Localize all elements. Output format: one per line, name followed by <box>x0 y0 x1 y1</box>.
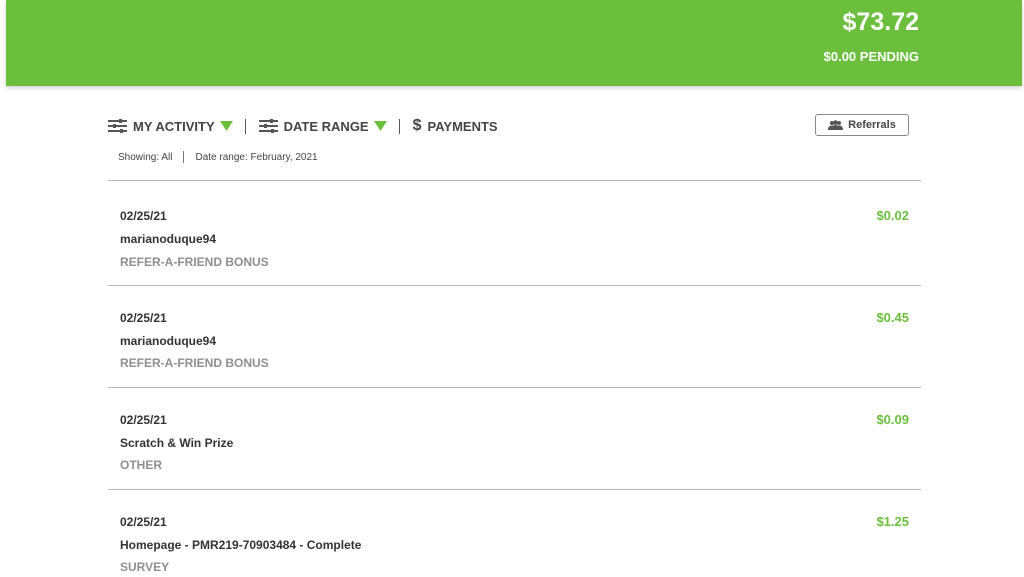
transaction-title: Homepage - PMR219-70903484 - Complete <box>120 538 362 552</box>
transaction-amount: $0.02 <box>876 208 909 223</box>
referrals-label: Referrals <box>848 119 896 131</box>
transaction-title: marianoduque94 <box>120 232 217 246</box>
transaction-category: REFER-A-FRIEND BONUS <box>120 255 269 269</box>
transaction-date: 02/25/21 <box>120 515 167 529</box>
transaction-amount: $1.25 <box>876 514 909 529</box>
transaction-date: 02/25/21 <box>120 311 167 325</box>
row-divider <box>108 387 921 388</box>
my-activity-filter[interactable]: MY ACTIVITY <box>108 119 233 134</box>
caret-down-icon <box>373 121 387 131</box>
transaction-title: Scratch & Win Prize <box>120 436 234 450</box>
caret-down-icon <box>219 121 233 131</box>
transaction-amount: $0.09 <box>876 412 909 427</box>
dollar-icon: $ <box>412 117 422 134</box>
sliders-icon <box>258 119 278 133</box>
filter-summary: Showing: All Date range: February, 2021 <box>118 151 318 163</box>
pending-amount: $0.00 PENDING <box>823 49 919 64</box>
row-divider <box>108 489 921 490</box>
showing-filter-text: Showing: All <box>118 151 173 163</box>
toolbar-separator <box>398 118 400 134</box>
users-icon <box>828 120 844 130</box>
referrals-button[interactable]: Referrals <box>815 114 909 136</box>
payments-label: PAYMENTS <box>427 118 498 134</box>
toolbar-separator <box>244 118 246 134</box>
transaction-category: REFER-A-FRIEND BONUS <box>120 356 269 370</box>
row-divider <box>108 285 921 286</box>
my-activity-label: MY ACTIVITY <box>133 118 215 134</box>
list-divider <box>108 180 921 181</box>
activity-toolbar: MY ACTIVITY DATE RANGE $ PAYMENTS <box>108 116 498 136</box>
payments-link[interactable]: $ PAYMENTS <box>413 117 498 135</box>
balance-amount: $73.72 <box>842 8 919 36</box>
sliders-icon <box>108 119 127 133</box>
date-range-text: Date range: February, 2021 <box>195 151 318 163</box>
date-range-label: DATE RANGE <box>283 118 369 134</box>
transaction-title: marianoduque94 <box>120 334 217 348</box>
transaction-date: 02/25/21 <box>120 413 167 427</box>
balance-banner: $73.72 $0.00 PENDING <box>6 0 1022 86</box>
transaction-amount: $0.45 <box>876 310 909 325</box>
date-range-filter[interactable]: DATE RANGE <box>258 118 387 134</box>
transaction-category: OTHER <box>120 458 162 472</box>
transaction-date: 02/25/21 <box>120 209 167 223</box>
transaction-category: SURVEY <box>120 560 170 574</box>
filter-separator <box>183 151 185 163</box>
